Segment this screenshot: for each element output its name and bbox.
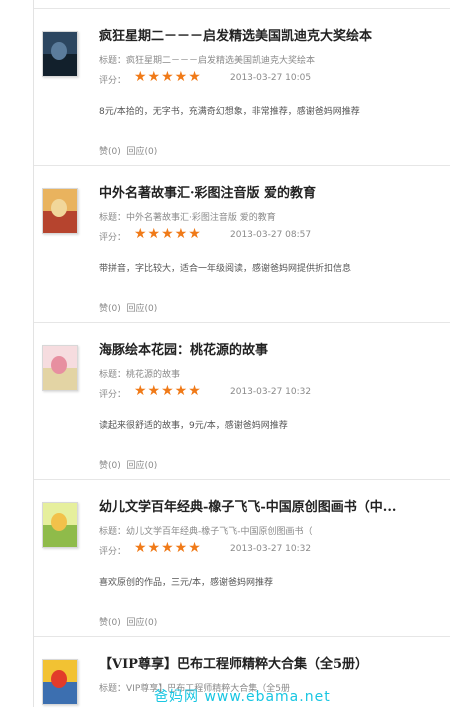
book-cover-image[interactable] — [42, 188, 78, 234]
reply-link[interactable]: 回应(0) — [126, 461, 157, 471]
rating-label: 评分： — [99, 76, 127, 86]
rating-stars: ★★★★★ — [134, 226, 202, 242]
subtitle-text: 中外名著故事汇·彩图注音版 爱的教育 — [126, 213, 276, 223]
title-prefix: 标题： — [99, 370, 127, 380]
book-cover-image[interactable] — [42, 659, 78, 705]
rating-stars: ★★★★★ — [134, 540, 202, 556]
rating-label: 评分： — [99, 233, 127, 243]
reply-link[interactable]: 回应(0) — [126, 304, 157, 314]
review-title[interactable]: 【VIP尊享】巴布工程师精粹大合集（全5册） — [99, 653, 439, 672]
rating-label: 评分： — [99, 390, 127, 400]
like-link[interactable]: 赞(0) — [99, 461, 121, 471]
list-item: 中外名著故事汇·彩图注音版 爱的教育 标题：中外名著故事汇·彩图注音版 爱的教育… — [34, 165, 450, 323]
like-link[interactable]: 赞(0) — [99, 147, 121, 157]
review-actions: 赞(0) 回应(0) — [99, 615, 157, 628]
review-comment: 8元/本拾的，无字书，充满奇幻想象，非常推荐，感谢爸妈网推荐 — [99, 107, 360, 117]
list-item: 幼儿文学百年经典-橡子飞飞-中国原创图画书（中... 标题：幼儿文学百年经典-橡… — [34, 479, 450, 637]
review-date: 2013-03-27 08:57 — [230, 230, 312, 240]
review-date: 2013-03-27 10:05 — [230, 73, 312, 83]
reply-link[interactable]: 回应(0) — [126, 618, 157, 628]
subtitle-text: 幼儿文学百年经典-橡子飞飞-中国原创图画书（ — [126, 527, 313, 537]
site-watermark: 爸妈网 www.ebama.net — [154, 689, 331, 705]
like-link[interactable]: 赞(0) — [99, 618, 121, 628]
book-cover-image[interactable] — [42, 31, 78, 77]
rating-stars: ★★★★★ — [134, 69, 202, 85]
rating-label: 评分： — [99, 547, 127, 557]
review-subtitle: 标题：桃花源的故事 — [99, 367, 439, 380]
review-actions: 赞(0) 回应(0) — [99, 144, 157, 157]
title-prefix: 标题： — [99, 684, 127, 694]
review-date: 2013-03-27 10:32 — [230, 387, 312, 397]
review-subtitle: 标题：中外名著故事汇·彩图注音版 爱的教育 — [99, 210, 439, 223]
title-prefix: 标题： — [99, 527, 127, 537]
review-title[interactable]: 疯狂星期二－－－启发精选美国凯迪克大奖绘本 — [99, 25, 439, 44]
title-prefix: 标题： — [99, 213, 127, 223]
review-title[interactable]: 中外名著故事汇·彩图注音版 爱的教育 — [99, 182, 439, 201]
review-subtitle: 标题：幼儿文学百年经典-橡子飞飞-中国原创图画书（ — [99, 524, 439, 537]
review-date: 2013-03-27 10:32 — [230, 544, 312, 554]
book-cover-image[interactable] — [42, 502, 78, 548]
subtitle-text: 疯狂星期二－－－启发精选美国凯迪克大奖绘本 — [126, 56, 316, 66]
rating-stars: ★★★★★ — [134, 383, 202, 399]
like-link[interactable]: 赞(0) — [99, 304, 121, 314]
book-cover-image[interactable] — [42, 345, 78, 391]
list-item: 海豚绘本花园：桃花源的故事 标题：桃花源的故事 评分： ★★★★★ 2013-0… — [34, 322, 450, 480]
title-prefix: 标题： — [99, 56, 127, 66]
review-comment: 读起来很舒适的故事，9元/本，感谢爸妈网推荐 — [99, 421, 288, 431]
review-comment: 带拼音，字比较大，适合一年级阅读，感谢爸妈网提供折扣信息 — [99, 264, 352, 274]
review-subtitle: 标题：疯狂星期二－－－启发精选美国凯迪克大奖绘本 — [99, 53, 439, 66]
review-title[interactable]: 幼儿文学百年经典-橡子飞飞-中国原创图画书（中... — [99, 496, 439, 515]
list-item: 疯狂星期二－－－启发精选美国凯迪克大奖绘本 标题：疯狂星期二－－－启发精选美国凯… — [34, 8, 450, 166]
review-comment: 喜欢原创的作品，三元/本，感谢爸妈网推荐 — [99, 578, 274, 588]
review-actions: 赞(0) 回应(0) — [99, 458, 157, 471]
subtitle-text: 桃花源的故事 — [126, 370, 181, 380]
review-title[interactable]: 海豚绘本花园：桃花源的故事 — [99, 339, 439, 358]
reply-link[interactable]: 回应(0) — [126, 147, 157, 157]
review-list: 疯狂星期二－－－启发精选美国凯迪克大奖绘本 标题：疯狂星期二－－－启发精选美国凯… — [33, 0, 450, 707]
review-actions: 赞(0) 回应(0) — [99, 301, 157, 314]
